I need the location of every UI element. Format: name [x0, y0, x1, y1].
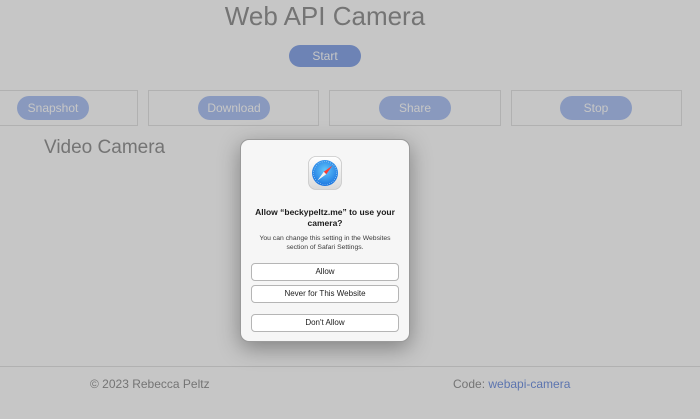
dont-allow-button[interactable]: Don't Allow	[251, 314, 399, 332]
permission-subtext: You can change this setting in the Websi…	[259, 235, 391, 251]
camera-permission-dialog: Allow “beckypeltz.me” to use your camera…	[240, 139, 410, 342]
safari-compass-icon	[308, 156, 342, 190]
allow-button[interactable]: Allow	[251, 263, 399, 281]
never-for-this-website-button[interactable]: Never for This Website	[251, 285, 399, 303]
permission-prompt: Allow “beckypeltz.me” to use your camera…	[255, 207, 395, 228]
